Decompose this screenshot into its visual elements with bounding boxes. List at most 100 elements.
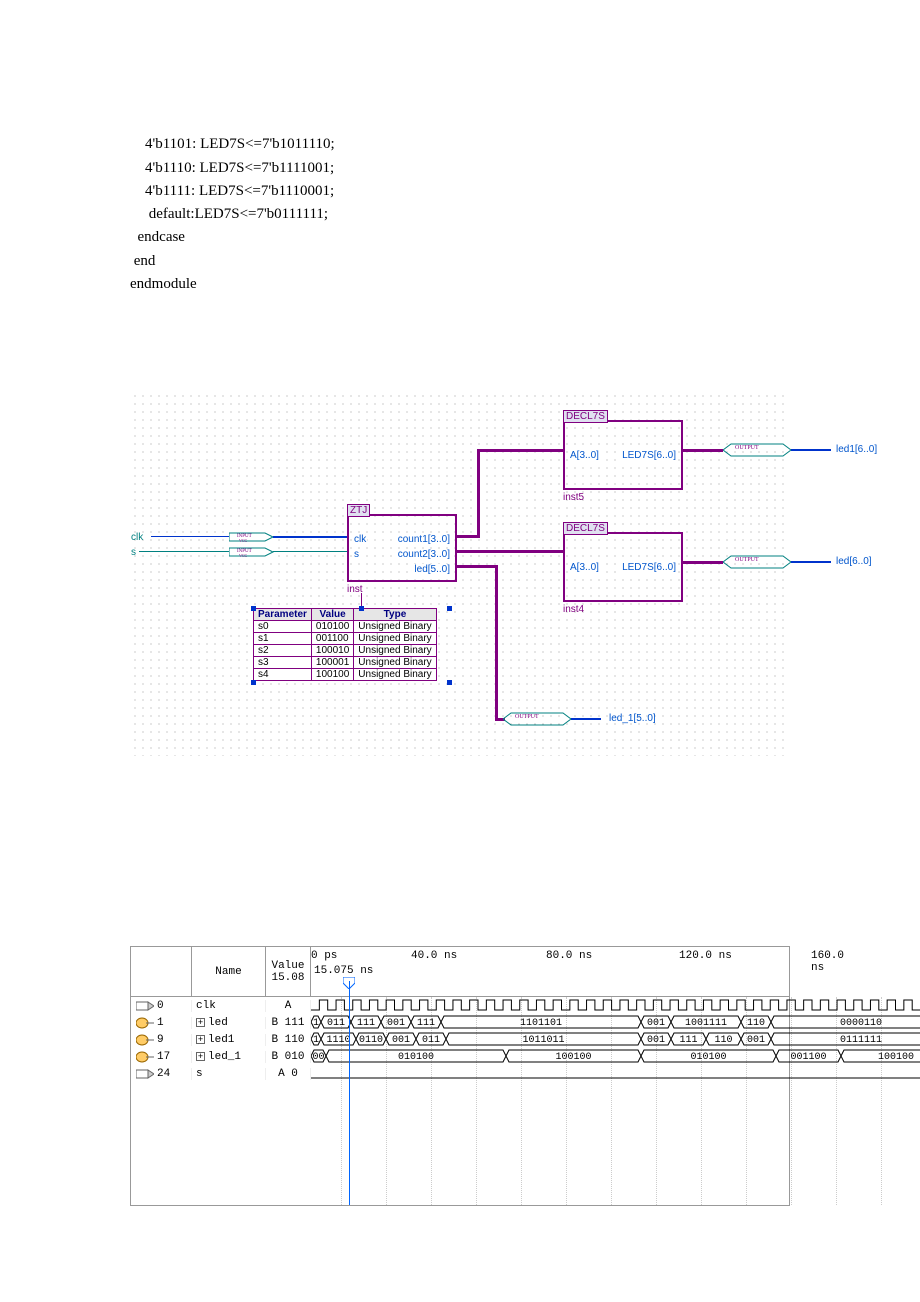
signal-value: B 010 [266,1051,311,1063]
signal-row-led[interactable]: 1 + led B 111 10111110011111101101001100… [131,1014,789,1031]
waveform-rows: 0 clk A 1 + [131,997,789,1082]
time-tick-label: 40.0 ns [411,950,457,962]
param-type: Unsigned Binary [354,645,436,657]
row-idx-num: 17 [157,1051,170,1063]
table-handle[interactable] [447,606,452,611]
signal-bus-out-icon [136,1017,154,1029]
row-index: 17 [131,1051,191,1063]
svg-text:001: 001 [747,1035,765,1046]
row-index: 24 [131,1068,191,1080]
wire [571,718,601,720]
svg-text:1110: 1110 [326,1035,350,1046]
svg-text:001: 001 [647,1018,665,1029]
wire [457,550,565,553]
row-idx-num: 0 [157,1000,164,1012]
table-handle[interactable] [447,680,452,685]
svg-text:OUTPUT: OUTPUT [515,714,539,720]
time-tick-label: 160.0 ns [811,950,844,974]
row-index: 0 [131,1000,191,1012]
row-index: 9 [131,1034,191,1046]
signal-row-s[interactable]: 24 s A 0 [131,1065,789,1082]
svg-text:010100: 010100 [690,1052,726,1063]
block-decl7s-bot: DECL7S A[3..0] LED7S[6..0] [563,532,683,602]
input-pin-shape: INPUTVCC [229,544,277,560]
signal-value: A [266,1000,311,1012]
time-cursor[interactable] [349,981,350,1205]
wire [151,536,229,537]
table-handle[interactable] [251,680,256,685]
svg-text:0111111: 0111111 [840,1035,882,1046]
code-line: endcase [130,229,185,245]
row-idx-num: 24 [157,1068,170,1080]
param-type: Unsigned Binary [354,657,436,669]
signal-name: s [191,1068,266,1080]
signal-row-clk[interactable]: 0 clk A [131,997,789,1014]
signal-in-icon [136,1068,154,1080]
expand-icon[interactable]: + [196,1018,205,1027]
parameter-table: Parameter Value Type s0010100Unsigned Bi… [253,608,437,681]
block-decl7s-top: DECL7S A[3..0] LED7S[6..0] [563,420,683,490]
row-index: 1 [131,1017,191,1029]
wire [683,561,723,564]
svg-text:111: 111 [357,1018,375,1029]
port-clk: clk [353,534,367,545]
wire [273,536,347,538]
clock-waveform [311,997,789,1014]
table-handle[interactable] [251,606,256,611]
port-s: s [353,549,360,560]
code-line: 4'b1110: LED7S<=7'b1111001; [130,160,334,176]
svg-text:011: 011 [422,1035,440,1046]
wire [139,551,229,552]
signal-value: B 111 [266,1017,311,1029]
param-name: s3 [254,657,312,669]
bus-waveform-led_1: 00010100100100010100001100100100 [311,1048,789,1065]
wire [273,551,347,552]
svg-text:010100: 010100 [398,1052,434,1063]
expand-icon[interactable]: + [196,1035,205,1044]
signal-in-icon [136,1000,154,1012]
svg-text:1: 1 [313,1018,319,1029]
svg-text:011: 011 [327,1018,345,1029]
svg-text:1011011: 1011011 [522,1035,564,1046]
signal-name-text: led1 [208,1034,234,1046]
signal-row-led1[interactable]: 9 + led1 B 110 1111001100010111011011001… [131,1031,789,1048]
port-led: led[5..0] [413,564,451,575]
param-val: 001100 [311,633,353,645]
signal-row-led_1[interactable]: 17 + led_1 B 010 00010100100100010100001… [131,1048,789,1065]
signal-name-text: clk [196,1000,216,1012]
svg-text:001: 001 [392,1035,410,1046]
code-block: 4'b1101: LED7S<=7'b1011110; 4'b1110: LED… [130,110,790,296]
svg-text:111: 111 [417,1018,435,1029]
param-name: s4 [254,669,312,681]
table-handle[interactable] [359,606,364,611]
svg-text:001: 001 [387,1018,405,1029]
wire [791,561,831,563]
code-line: endmodule [130,276,197,292]
svg-text:001: 001 [647,1035,665,1046]
signal-bus-out-icon [136,1034,154,1046]
output-label-led: led[6..0] [836,556,872,567]
expand-icon[interactable]: + [196,1052,205,1061]
param-val: 010100 [311,621,353,633]
param-type: Unsigned Binary [354,633,436,645]
svg-text:1: 1 [313,1035,319,1046]
param-head-value: Value [311,609,353,621]
waveform-header: Name Value 15.08 0 ps 40.0 ns 80.0 ns 12… [131,947,789,997]
time-axis[interactable]: 0 ps 40.0 ns 80.0 ns 120.0 ns 160.0 ns 2… [311,947,789,996]
cursor-time-label: 15.075 ns [314,965,373,977]
output-pin-shape: OUTPUT [503,711,583,732]
inst-label: inst4 [563,604,584,615]
index-col-head [131,947,191,996]
port-a: A[3..0] [569,562,600,573]
svg-text:OUTPUT: OUTPUT [735,445,759,451]
signal-name-text: s [196,1068,203,1080]
flat-waveform [311,1065,789,1082]
signal-name: + led_1 [191,1051,266,1063]
signal-value: A 0 [266,1068,311,1080]
code-line: 4'b1101: LED7S<=7'b1011110; [130,136,335,152]
value-header: Value [271,960,304,972]
param-val: 100100 [311,669,353,681]
waveform-viewer: Name Value 15.08 0 ps 40.0 ns 80.0 ns 12… [130,946,790,1206]
signal-value: B 110 [266,1034,311,1046]
port-count2: count2[3..0] [397,549,451,560]
